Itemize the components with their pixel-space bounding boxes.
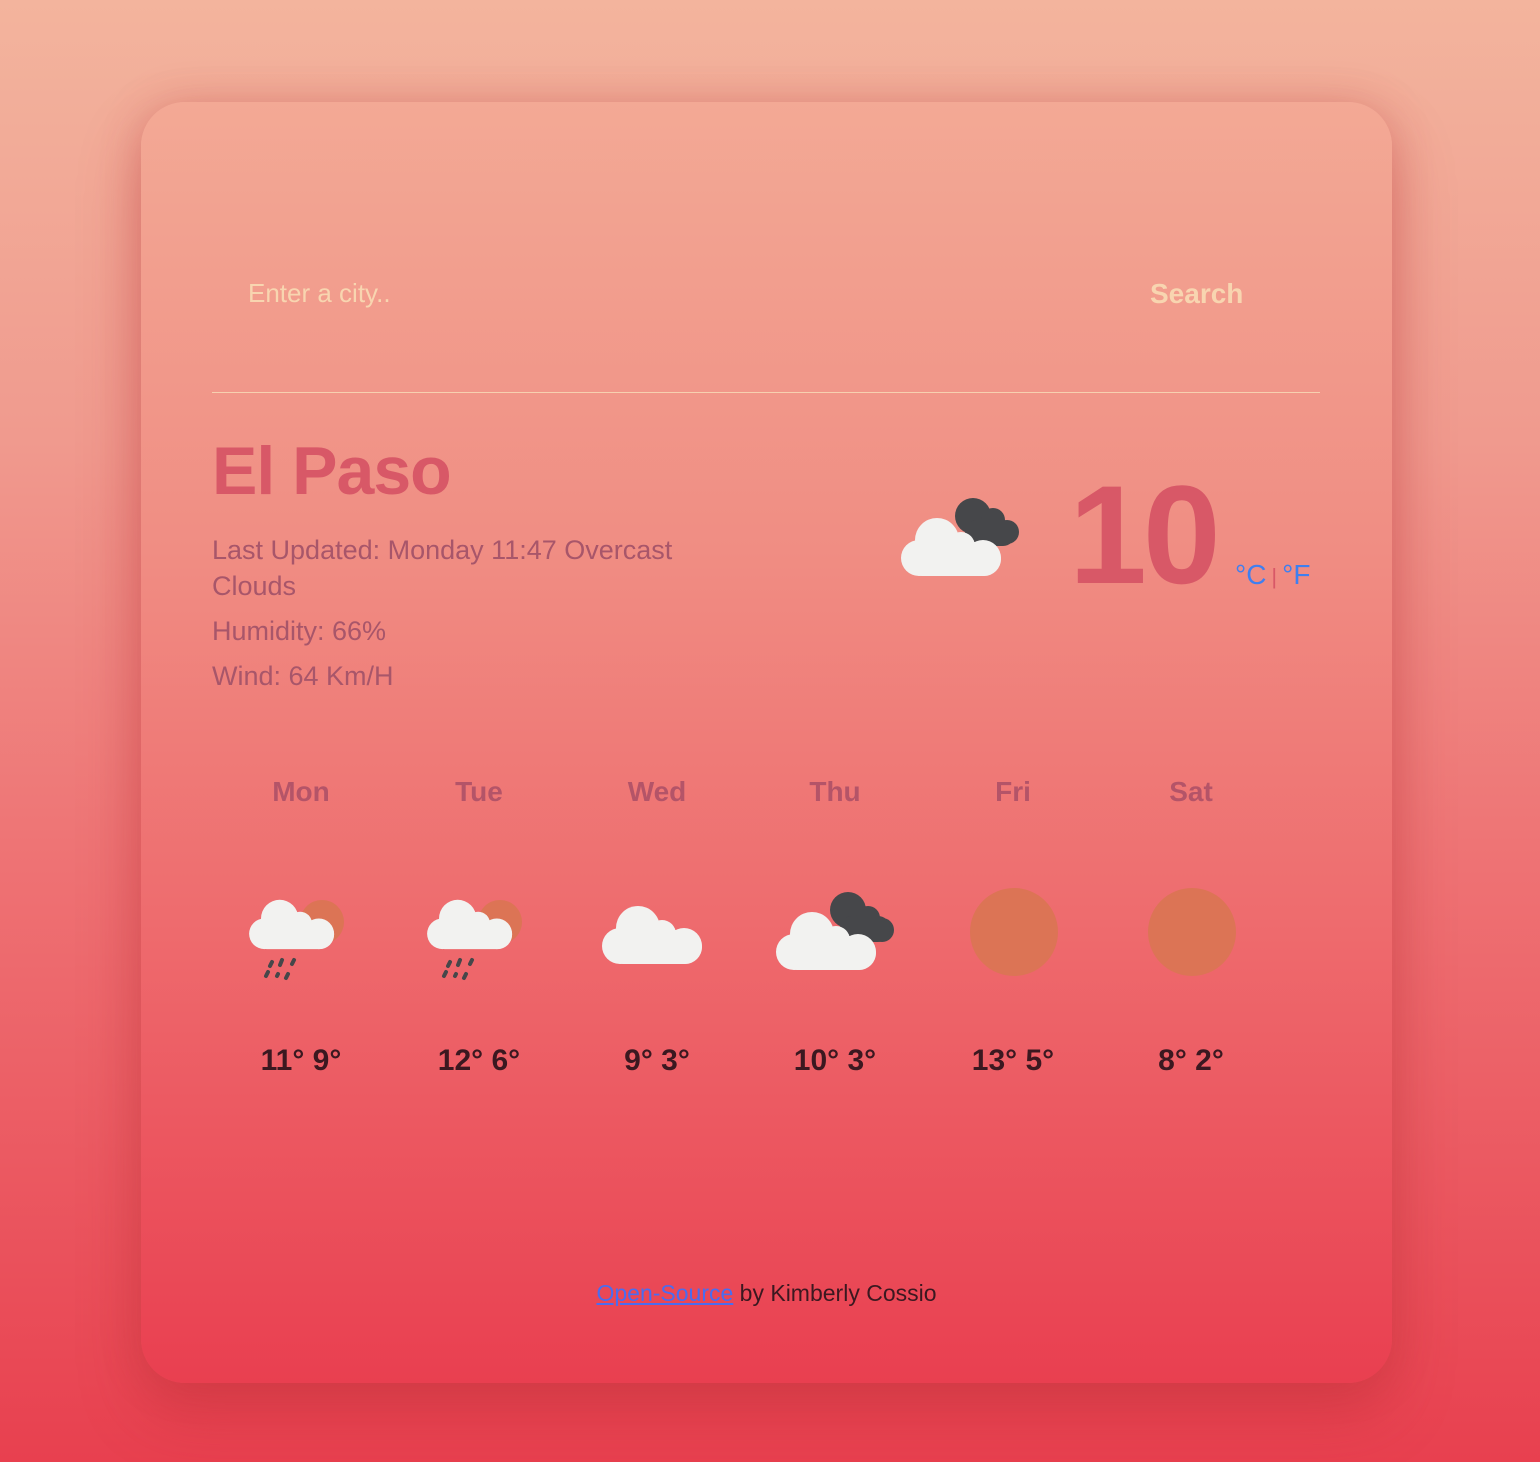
day-name: Sat bbox=[1169, 776, 1213, 807]
day-temperatures: 12° 6° bbox=[437, 1044, 521, 1077]
forecast-day: Fri 13° 5° bbox=[924, 772, 1102, 1078]
unit-separator: | bbox=[1271, 564, 1278, 589]
sun-icon bbox=[970, 888, 1058, 976]
current-temperature: 10 bbox=[1069, 456, 1221, 613]
unit-toggle: °C | °F bbox=[1235, 559, 1310, 591]
day-temperatures: 13° 5° bbox=[971, 1044, 1055, 1077]
last-updated: Last Updated: Monday 11:47 Overcast Clou… bbox=[212, 535, 673, 601]
forecast-day: Wed 9° 3° bbox=[568, 772, 746, 1078]
weather-card: Search El Paso Last Updated: Monday 11:4… bbox=[141, 102, 1392, 1383]
sun-icon bbox=[1148, 888, 1236, 976]
celsius-link[interactable]: °C bbox=[1235, 559, 1266, 590]
forecast-day: Thu 10° 3° bbox=[746, 772, 924, 1078]
city-name: El Paso bbox=[212, 433, 452, 509]
day-temperatures: 10° 3° bbox=[793, 1044, 877, 1077]
footer: Open-Source by Kimberly Cossio bbox=[141, 1280, 1392, 1307]
cloud-icon bbox=[602, 906, 702, 964]
day-temperatures: 8° 2° bbox=[1158, 1044, 1224, 1077]
search-button[interactable]: Search bbox=[1150, 278, 1243, 310]
open-source-link[interactable]: Open-Source bbox=[596, 1280, 733, 1306]
humidity: Humidity: 66% bbox=[212, 616, 387, 646]
day-temperatures: 11° 9° bbox=[260, 1044, 342, 1077]
rain-sun-icon bbox=[427, 899, 522, 980]
forecast-day: Mon 11° 9° bbox=[212, 772, 390, 1078]
day-name: Mon bbox=[272, 776, 330, 807]
rain-sun-icon bbox=[249, 899, 344, 980]
day-name: Thu bbox=[809, 776, 861, 807]
author-credit: by Kimberly Cossio bbox=[733, 1280, 937, 1306]
search-form: Search bbox=[212, 252, 1320, 393]
broken-clouds-icon bbox=[901, 498, 1019, 576]
day-name: Fri bbox=[995, 776, 1031, 807]
wind: Wind: 64 Km/H bbox=[212, 661, 394, 691]
fahrenheit-link[interactable]: °F bbox=[1282, 559, 1310, 590]
day-name: Tue bbox=[455, 776, 503, 807]
broken-clouds-icon bbox=[776, 892, 894, 970]
city-search-input[interactable] bbox=[212, 272, 1110, 314]
day-name: Wed bbox=[627, 776, 687, 807]
forecast-day: Tue 12° 6° bbox=[390, 772, 568, 1078]
current-details: Last Updated: Monday 11:47 Overcast Clou… bbox=[212, 532, 732, 703]
day-temperatures: 9° 3° bbox=[624, 1044, 690, 1077]
forecast-day: Sat 8° 2° bbox=[1102, 772, 1280, 1078]
